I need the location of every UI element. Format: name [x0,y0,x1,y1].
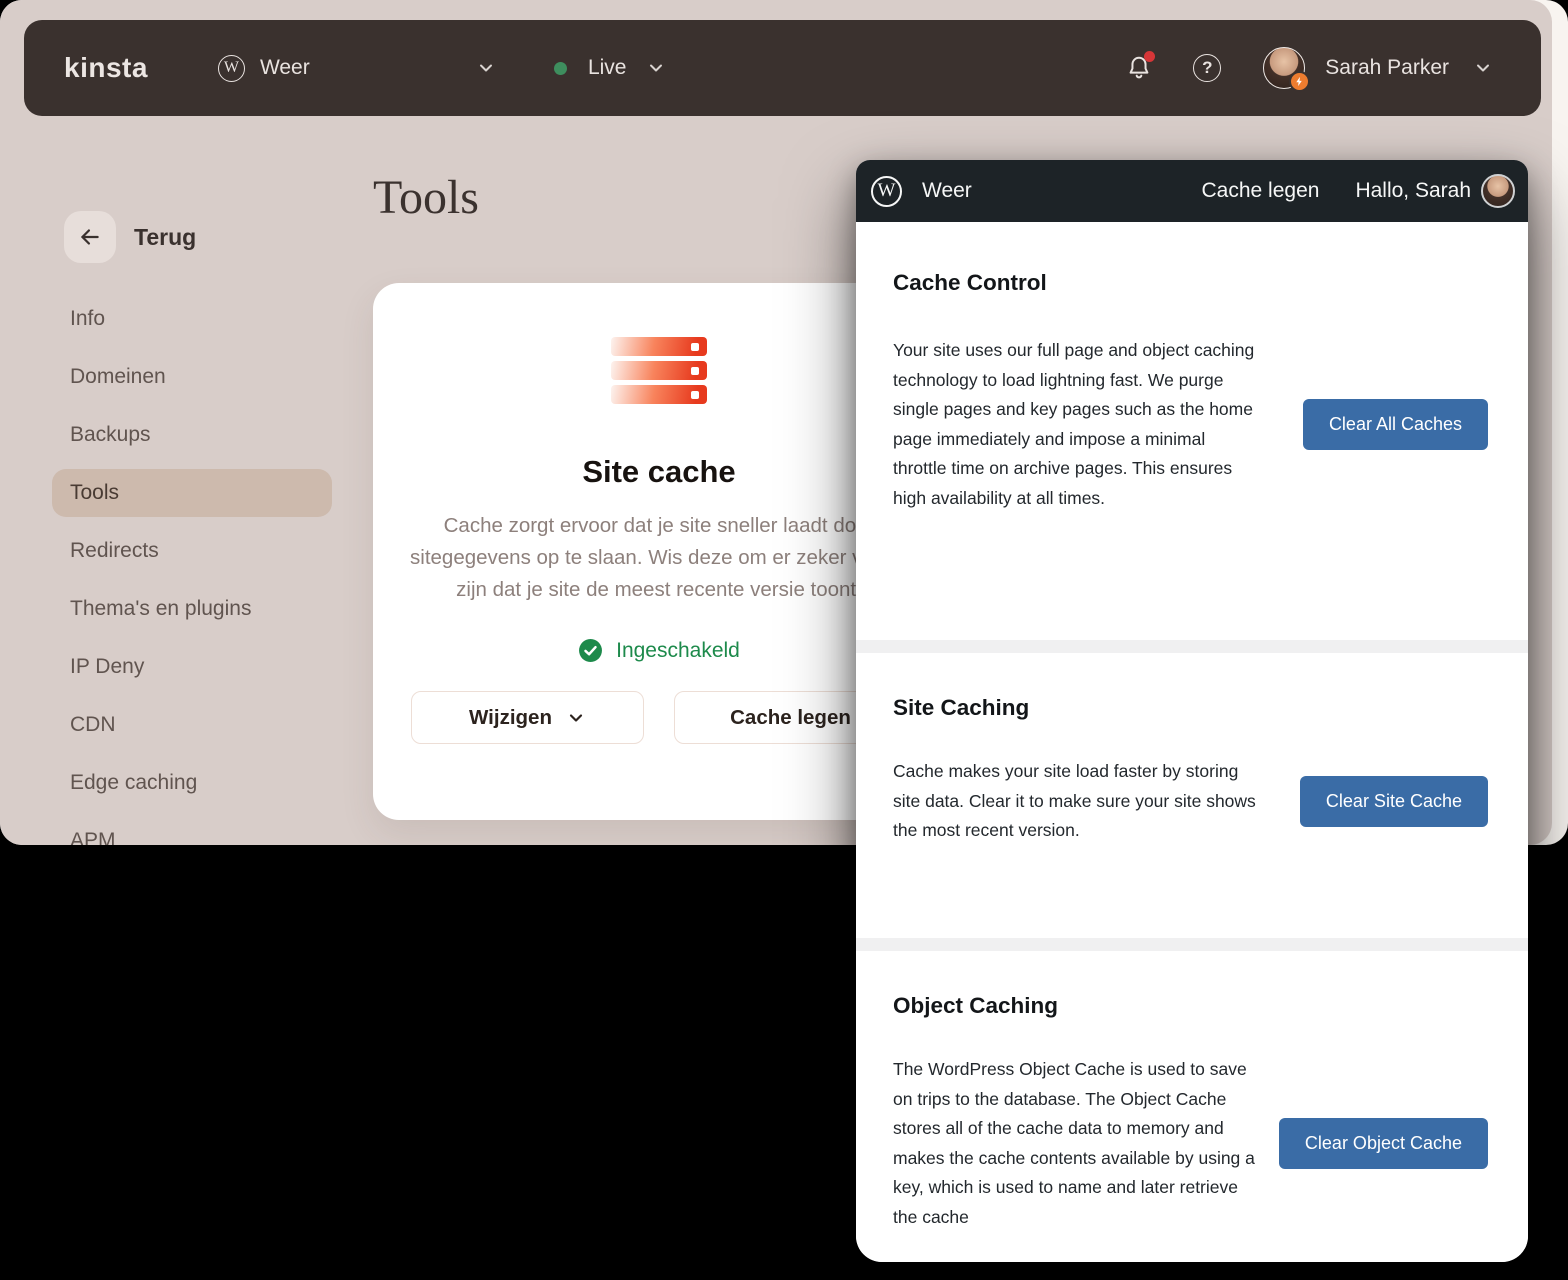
sidebar-nav: Info Domeinen Backups Tools Redirects Th… [52,295,332,845]
wp-cache-legen-link[interactable]: Cache legen [1202,179,1320,203]
sidebar-item-tools[interactable]: Tools [52,469,332,517]
wp-admin-bar-right: Cache legen Hallo, Sarah [1202,174,1528,208]
wp-admin-bar: W Weer Cache legen Hallo, Sarah [856,160,1528,222]
wp-user-greeting[interactable]: Hallo, Sarah [1355,179,1471,203]
site-switcher[interactable]: W Weer [218,55,496,82]
clear-all-caches-button[interactable]: Clear All Caches [1303,399,1488,450]
top-navigation-bar: kinsta W Weer Live ? [24,20,1541,116]
user-name[interactable]: Sarah Parker [1325,56,1449,80]
wordpress-icon: W [871,176,902,207]
help-icon: ? [1202,58,1212,78]
arrow-left-icon [77,224,103,250]
kinsta-logo[interactable]: kinsta [64,52,148,84]
cache-server-icon [611,337,707,404]
cache-status-label: Ingeschakeld [616,639,740,663]
sidebar-item-backups[interactable]: Backups [52,411,332,459]
notification-dot [1144,51,1155,62]
wp-site-name[interactable]: Weer [922,179,972,203]
notifications-button[interactable] [1125,54,1153,82]
topbar-right-cluster: ? Sarah Parker [1125,47,1493,89]
change-cache-button[interactable]: Wijzigen [411,691,644,744]
card-description: Cache zorgt ervoor dat je site sneller l… [408,510,910,606]
site-sidebar: Terug Info Domeinen Backups Tools Redire… [52,211,332,845]
clear-site-cache-button[interactable]: Clear Site Cache [1300,776,1488,827]
clear-object-cache-button[interactable]: Clear Object Cache [1279,1118,1488,1169]
sidebar-item-domeinen[interactable]: Domeinen [52,353,332,401]
cache-control-section: Cache Control Your site uses our full pa… [856,222,1528,640]
chevron-down-icon[interactable] [1473,58,1493,78]
sidebar-item-redirects[interactable]: Redirects [52,527,332,575]
environment-dot [554,62,567,75]
wp-admin-cache-panel: W Weer Cache legen Hallo, Sarah Cache Co… [856,160,1528,1262]
wp-user-avatar[interactable] [1481,174,1515,208]
back-button[interactable] [64,211,116,263]
user-avatar[interactable] [1263,47,1305,89]
section-title: Object Caching [893,993,1488,1019]
chevron-down-icon [646,58,666,78]
section-text: Cache makes your site load faster by sto… [893,757,1257,846]
clear-cache-label: Cache legen [730,706,851,730]
object-caching-section: Object Caching The WordPress Object Cach… [856,951,1528,1262]
sidebar-item-themas-en-plugins[interactable]: Thema's en plugins [52,585,332,633]
back-row: Terug [64,211,332,263]
site-switcher-label: Weer [260,56,310,80]
wordpress-icon: W [218,55,245,82]
chevron-down-icon [476,58,496,78]
change-cache-label: Wijzigen [469,706,552,730]
back-label: Terug [134,224,196,251]
chevron-down-icon [566,708,586,728]
page-title: Tools [373,170,479,225]
section-title: Cache Control [893,270,1488,296]
sidebar-item-edge-caching[interactable]: Edge caching [52,759,332,807]
cache-settings-body: Cache Control Your site uses our full pa… [856,222,1528,1262]
help-button[interactable]: ? [1193,54,1221,82]
screenshot-canvas: kinsta W Weer Live ? [0,0,1568,1280]
section-title: Site Caching [893,695,1488,721]
sidebar-item-ip-deny[interactable]: IP Deny [52,643,332,691]
section-text: Your site uses our full page and object … [893,336,1257,513]
lightning-badge-icon [1289,71,1310,92]
site-caching-section: Site Caching Cache makes your site load … [856,653,1528,938]
environment-selector[interactable]: Live [554,56,667,80]
environment-label: Live [588,56,627,80]
sidebar-item-info[interactable]: Info [52,295,332,343]
sidebar-item-apm[interactable]: APM [52,817,332,845]
sidebar-item-cdn[interactable]: CDN [52,701,332,749]
check-circle-icon [578,638,603,663]
section-text: The WordPress Object Cache is used to sa… [893,1055,1257,1232]
